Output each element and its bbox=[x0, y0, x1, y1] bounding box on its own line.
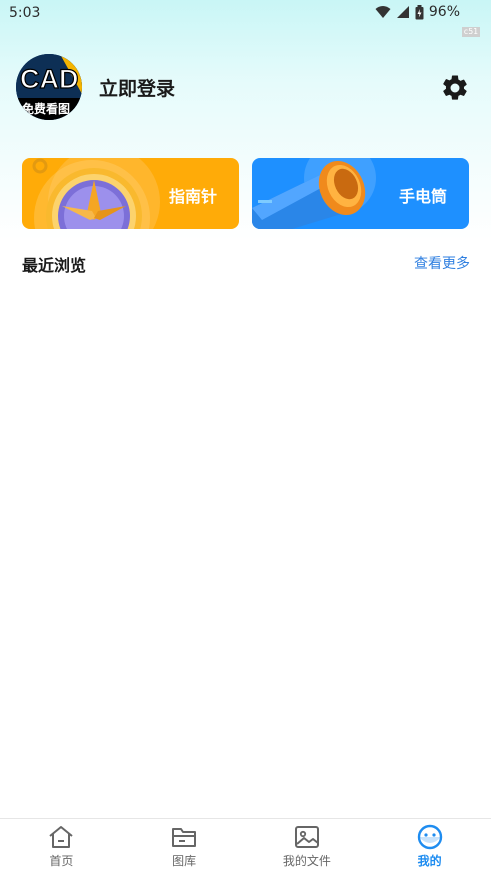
nav-gallery-label: 图库 bbox=[172, 854, 197, 868]
gear-icon bbox=[443, 75, 467, 100]
settings-button[interactable] bbox=[440, 73, 470, 103]
battery-icon bbox=[415, 4, 424, 19]
recent-section-title: 最近浏览 bbox=[22, 256, 87, 275]
build-badge: c51 bbox=[461, 27, 480, 37]
see-more-link[interactable]: 查看更多 bbox=[414, 253, 470, 273]
flashlight-label: 手电筒 bbox=[398, 187, 447, 206]
image-icon bbox=[294, 826, 319, 848]
svg-text:CAD: CAD bbox=[20, 64, 79, 94]
bottom-nav: 首页 图库 我的文件 我的 bbox=[0, 818, 491, 873]
battery-percent: 96% bbox=[428, 4, 460, 20]
nav-me-label: 我的 bbox=[417, 854, 442, 868]
flashlight-icon bbox=[252, 158, 376, 229]
nav-home[interactable]: 首页 bbox=[0, 819, 123, 873]
compass-icon bbox=[32, 158, 160, 229]
compass-label: 指南针 bbox=[168, 187, 217, 206]
cell-signal-icon bbox=[396, 6, 409, 18]
nav-gallery[interactable]: 图库 bbox=[123, 819, 246, 873]
folder-icon bbox=[172, 828, 197, 847]
nav-home-label: 首页 bbox=[49, 854, 74, 868]
avatar-caption: 免费看图 bbox=[22, 102, 71, 116]
status-bar: 5:03 96% bbox=[0, 0, 491, 28]
nav-my-files-label: 我的文件 bbox=[282, 854, 331, 868]
status-time: 5:03 bbox=[9, 5, 41, 21]
wifi-icon bbox=[375, 6, 391, 18]
avatar[interactable]: CAD 免费看图 bbox=[16, 54, 82, 120]
flashlight-card[interactable]: 手电筒 bbox=[252, 158, 469, 229]
profile-row: CAD 免费看图 立即登录 bbox=[16, 54, 476, 121]
login-link[interactable]: 立即登录 bbox=[99, 74, 175, 101]
nav-my-files[interactable]: 我的文件 bbox=[246, 819, 369, 873]
status-icons: 96% bbox=[375, 4, 460, 20]
home-icon bbox=[49, 826, 74, 848]
nav-me[interactable]: 我的 bbox=[368, 819, 491, 873]
smiley-icon bbox=[417, 824, 442, 850]
compass-card[interactable]: 指南针 bbox=[22, 158, 239, 229]
